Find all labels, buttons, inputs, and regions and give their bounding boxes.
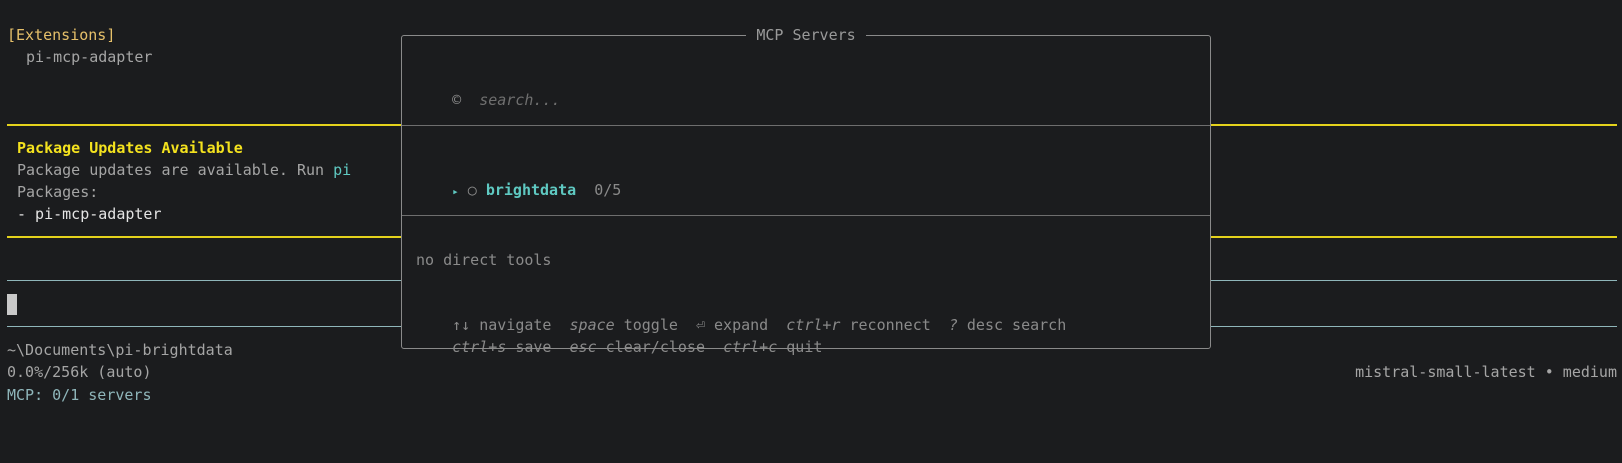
hint-key: ctrl+c — [723, 338, 778, 356]
hint-label: save — [515, 338, 552, 356]
hint-label: clear/close — [605, 338, 705, 356]
dialog-title: MCP Servers — [402, 25, 1210, 45]
dialog-divider — [402, 215, 1210, 216]
server-tool-count: 0/5 — [594, 181, 622, 199]
hint-label: desc search — [966, 316, 1067, 334]
hint-key: ctrl+s — [452, 338, 507, 356]
mcp-status: MCP: 0/1 servers — [7, 386, 152, 404]
mcp-servers-dialog: MCP Servers © search... ▸ ○ brightdata 0… — [401, 26, 1211, 356]
keyboard-hints-row-2: ctrl+s save esc clear/close ctrl+c quit — [416, 317, 822, 377]
search-input[interactable]: search... — [479, 91, 560, 109]
package-item: - pi-mcp-adapter — [17, 205, 162, 223]
hint-key: esc — [569, 338, 597, 356]
tools-status: no direct tools — [416, 251, 552, 269]
updates-title: Package Updates Available — [17, 139, 243, 157]
server-name: brightdata — [485, 181, 577, 199]
text-cursor[interactable] — [7, 294, 17, 315]
packages-label: Packages: — [17, 183, 99, 201]
cwd-path: ~\Documents\pi-brightdata — [7, 341, 233, 359]
search-icon: © — [452, 91, 462, 109]
model-info: mistral-small-latest • medium — [1355, 363, 1617, 381]
extensions-header: [Extensions] — [7, 26, 116, 44]
updates-message: Package updates are available. Run pi — [17, 160, 351, 180]
dialog-divider — [402, 125, 1210, 126]
context-usage: 0.0%/256k (auto) — [7, 363, 152, 381]
circle-status-icon: ○ — [467, 181, 477, 199]
selected-arrow-icon: ▸ — [452, 185, 459, 198]
hint-label: quit — [786, 338, 823, 356]
updates-message-text: Package updates are available. Run — [17, 161, 334, 179]
server-row[interactable]: ▸ ○ brightdata 0/5 — [416, 160, 621, 222]
search-row[interactable]: © search... — [416, 70, 560, 130]
hint-label: reconnect — [849, 316, 931, 334]
hint-key: ? — [948, 316, 958, 334]
updates-command: pi — [333, 161, 352, 179]
extension-item: pi-mcp-adapter — [26, 48, 153, 66]
